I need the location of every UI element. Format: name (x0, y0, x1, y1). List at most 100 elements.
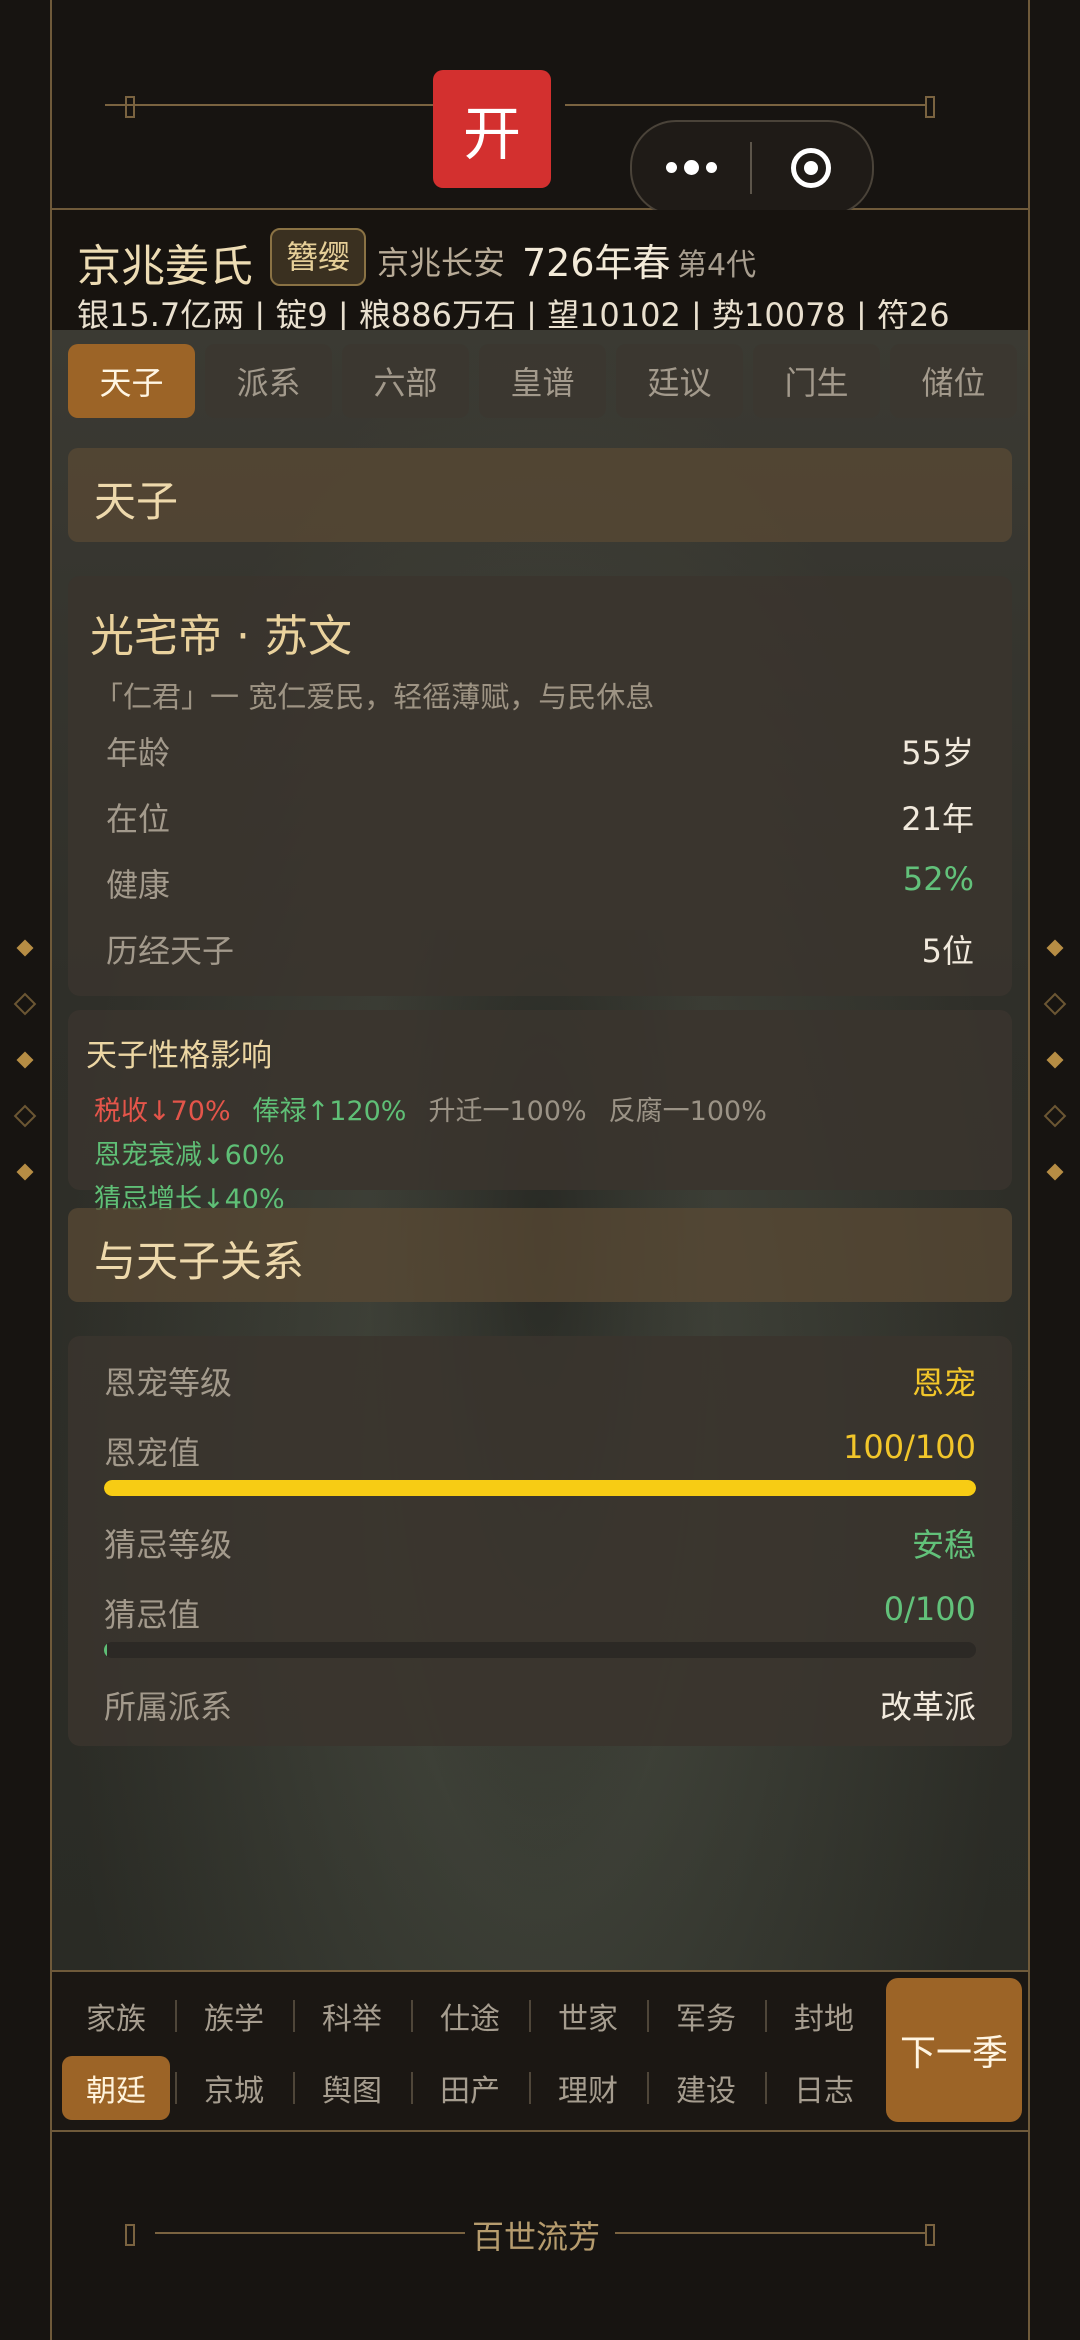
title-rule-left (105, 104, 480, 106)
emperor-description: 「仁君」一 宽仁爱民，轻徭薄赋，与民休息 (94, 680, 655, 714)
footer-rule-left (155, 2232, 465, 2234)
trait-effects-card: 天子性格影响 税收↓70% 俸禄↑120% 升迁一100% 反腐一100% 恩宠衰减↓6… (68, 1010, 1012, 1215)
open-badge[interactable]: 开 (433, 70, 551, 188)
stat-label: 健康 (106, 866, 171, 904)
ornament-diamond (16, 1051, 34, 1069)
suspicion-level-label: 猜忌等级 (104, 1526, 233, 1564)
faction-value: 改革派 (879, 1688, 976, 1726)
suspicion-level-value: 安稳 (911, 1526, 976, 1564)
suspicion-value-label: 猜忌值 (104, 1596, 201, 1634)
trait-effect: 反腐一100% (608, 1096, 767, 1127)
footer-rule-cap-left (125, 2224, 135, 2246)
next-season-button[interactable]: 下一季 (886, 1978, 1022, 2122)
section-header-relation: 与天子关系 (68, 1208, 1012, 1302)
ornament-diamond (13, 1104, 37, 1128)
title-rule-cap-right (925, 96, 935, 118)
ornament-diamond (1046, 1163, 1064, 1181)
nav-item-career[interactable]: 仕途 (411, 1984, 529, 2048)
stat-value: 5位 (921, 932, 974, 970)
nav-item-farmland[interactable]: 田产 (411, 2056, 529, 2120)
tab-emperor[interactable]: 天子 (68, 344, 195, 418)
tab-six-ministries[interactable]: 六部 (342, 344, 469, 418)
nav-item-finance[interactable]: 理财 (529, 2056, 647, 2120)
nav-item-family[interactable]: 家族 (57, 1984, 175, 2048)
trait-effect: 俸禄↑120% (252, 1096, 407, 1127)
location: 京兆长安 (377, 244, 506, 282)
stat-value: 21年 (901, 800, 974, 838)
trait-effect: 税收↓70% (94, 1096, 231, 1127)
generation: 第4代 (677, 248, 757, 283)
favor-value-label: 恩宠值 (104, 1434, 201, 1472)
emperor-name: 光宅帝 · 苏文 (90, 611, 352, 662)
section-title-relation: 与天子关系 (94, 1237, 305, 1286)
clan-name: 京兆姜氏 (77, 241, 253, 292)
more-menu-icon[interactable] (632, 159, 750, 175)
ornament-diamond (1046, 939, 1064, 957)
nav-item-fief[interactable]: 封地 (765, 1984, 883, 2048)
suspicion-value: 0/100 (883, 1590, 976, 1628)
nav-item-military[interactable]: 军务 (647, 1984, 765, 2048)
mini-program-capsule (630, 120, 874, 216)
section-title-emperor: 天子 (94, 477, 179, 526)
ornament-diamond (13, 992, 37, 1016)
frame-right-border (1028, 0, 1030, 2340)
nav-item-exam[interactable]: 科举 (293, 1984, 411, 2048)
suspicion-progress-fill (104, 1642, 107, 1658)
nav-item-noble-houses[interactable]: 世家 (529, 1984, 647, 2048)
ornament-diamond (16, 1163, 34, 1181)
ornament-diamond (16, 939, 34, 957)
title-rule-cap-left (125, 96, 135, 118)
favor-level-value: 恩宠 (911, 1364, 976, 1402)
trait-effects-list: 税收↓70% 俸禄↑120% 升迁一100% 反腐一100%恩宠衰减↓60% 猜忌增长↓… (94, 1090, 992, 1222)
court-content-panel[interactable]: 天子 派系 六部 皇谱 廷议 门生 储位 天子 光宅帝 · 苏文 「仁君」一 宽… (52, 330, 1028, 1970)
stat-row-health: 健康 52% (106, 860, 974, 910)
court-tabs: 天子 派系 六部 皇谱 廷议 门生 储位 (68, 344, 1017, 418)
trait-effects-title: 天子性格影响 (86, 1038, 272, 1074)
stat-label: 年龄 (106, 734, 171, 772)
stat-row-reign: 在位 21年 (106, 794, 974, 844)
footer-rule-cap-right (925, 2224, 935, 2246)
tab-disciples[interactable]: 门生 (753, 344, 880, 418)
stat-row-age: 年龄 55岁 (106, 728, 974, 778)
nav-row-1: 家族 族学 科举 仕途 世家 军务 封地 (57, 1984, 883, 2048)
stat-label: 历经天子 (106, 932, 235, 970)
nav-item-court[interactable]: 朝廷 (62, 2056, 170, 2120)
tab-court-debate[interactable]: 廷议 (616, 344, 743, 418)
nav-item-clan-school[interactable]: 族学 (175, 1984, 293, 2048)
status-header: 京兆姜氏 簪缨 京兆长安 726年春 第4代 银15.7亿两 | 锭9 | 粮8… (52, 210, 1028, 334)
year-season: 726年春 (522, 241, 671, 285)
nav-item-map[interactable]: 舆图 (293, 2056, 411, 2120)
emperor-card: 光宅帝 · 苏文 「仁君」一 宽仁爱民，轻徭薄赋，与民休息 年龄 55岁 在位 … (68, 576, 1012, 996)
nav-row-2: 朝廷 京城 舆图 田产 理财 建设 日志 (57, 2056, 883, 2120)
favor-level-label: 恩宠等级 (104, 1364, 233, 1402)
stat-value: 55岁 (901, 734, 974, 772)
rank-badge: 簪缨 (270, 228, 367, 286)
trait-effect: 恩宠衰减↓60% (94, 1140, 285, 1171)
side-ornament-right (1040, 939, 1070, 1220)
faction-label: 所属派系 (104, 1688, 233, 1726)
nav-item-log[interactable]: 日志 (765, 2056, 883, 2120)
tab-succession[interactable]: 储位 (890, 344, 1017, 418)
footer-app-title: 百世流芳 (472, 2218, 601, 2256)
nav-item-capital[interactable]: 京城 (175, 2056, 293, 2120)
nav-item-construction[interactable]: 建设 (647, 2056, 765, 2120)
suspicion-progress-bar (104, 1642, 976, 1658)
ornament-diamond (1046, 1051, 1064, 1069)
stat-label: 在位 (106, 800, 171, 838)
title-rule-right (565, 104, 925, 106)
favor-progress-fill (104, 1480, 976, 1496)
trait-effect: 升迁一100% (428, 1096, 587, 1127)
ornament-diamond (1043, 1104, 1067, 1128)
relation-card: 恩宠等级 恩宠 恩宠值 100/100 猜忌等级 安稳 猜忌值 0/100 所属… (68, 1336, 1012, 1746)
side-ornament-left (10, 939, 40, 1220)
favor-progress-bar (104, 1480, 976, 1496)
bottom-navigation: 家族 族学 科举 仕途 世家 军务 封地 朝廷 京城 舆图 田产 理财 建设 日… (52, 1970, 1028, 2132)
tab-factions[interactable]: 派系 (205, 344, 332, 418)
stat-value: 52% (902, 860, 974, 898)
tab-imperial-genealogy[interactable]: 皇谱 (479, 344, 606, 418)
favor-value: 100/100 (843, 1428, 976, 1466)
ornament-diamond (1043, 992, 1067, 1016)
close-target-icon[interactable] (752, 148, 870, 188)
footer-rule-right (615, 2232, 925, 2234)
stat-row-emperors-served: 历经天子 5位 (106, 926, 974, 976)
